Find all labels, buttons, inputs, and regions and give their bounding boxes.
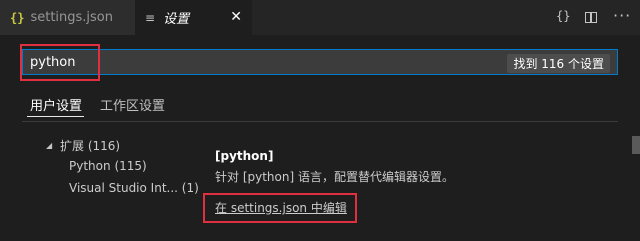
search-result-count-badge: 找到 116 个设置 xyxy=(507,54,610,73)
editor-tab-bar: {} settings.json ≡ 设置 ✕ {} ··· xyxy=(0,0,640,35)
split-editor-icon[interactable] xyxy=(585,12,597,23)
toc-label: Python xyxy=(69,159,111,173)
toc-label: 扩展 xyxy=(60,139,85,153)
tab-user-settings[interactable]: 用户设置 xyxy=(30,95,82,114)
tab-workspace-settings[interactable]: 工作区设置 xyxy=(100,95,165,114)
toc-count: (115) xyxy=(114,159,147,173)
setting-title: [python] xyxy=(215,149,274,163)
tab-settings-json[interactable]: {} settings.json xyxy=(0,0,135,35)
settings-list-icon: ≡ xyxy=(145,10,156,25)
link-highlight-annotation xyxy=(203,193,357,223)
toc-item-visual-studio[interactable]: Visual Studio Int... (1) xyxy=(69,181,199,195)
tab-label: 设置 xyxy=(163,12,190,27)
tab-settings[interactable]: ≡ 设置 ✕ xyxy=(135,0,252,35)
scope-divider xyxy=(22,121,618,122)
toc-item-python[interactable]: Python (115) xyxy=(69,159,147,173)
tab-label: settings.json xyxy=(30,10,114,25)
json-braces-icon: {} xyxy=(10,10,25,25)
more-actions-icon[interactable]: ··· xyxy=(613,6,631,25)
open-json-icon[interactable]: {} xyxy=(556,9,570,23)
expand-triangle-icon[interactable]: ◢ xyxy=(46,141,52,150)
vertical-scrollbar[interactable] xyxy=(632,136,640,154)
toc-label: Visual Studio Int... xyxy=(69,181,178,195)
settings-search-input[interactable]: python 找到 116 个设置 xyxy=(22,49,618,75)
toc-count: (1) xyxy=(181,181,199,195)
search-highlight-annotation xyxy=(20,44,100,81)
setting-description: 针对 [python] 语言，配置替代编辑器设置。 xyxy=(215,170,454,184)
active-scope-indicator xyxy=(27,116,84,117)
toc-count: (116) xyxy=(87,139,121,153)
close-icon[interactable]: ✕ xyxy=(230,9,242,25)
toc-item-extensions[interactable]: 扩展 (116) xyxy=(60,137,120,154)
